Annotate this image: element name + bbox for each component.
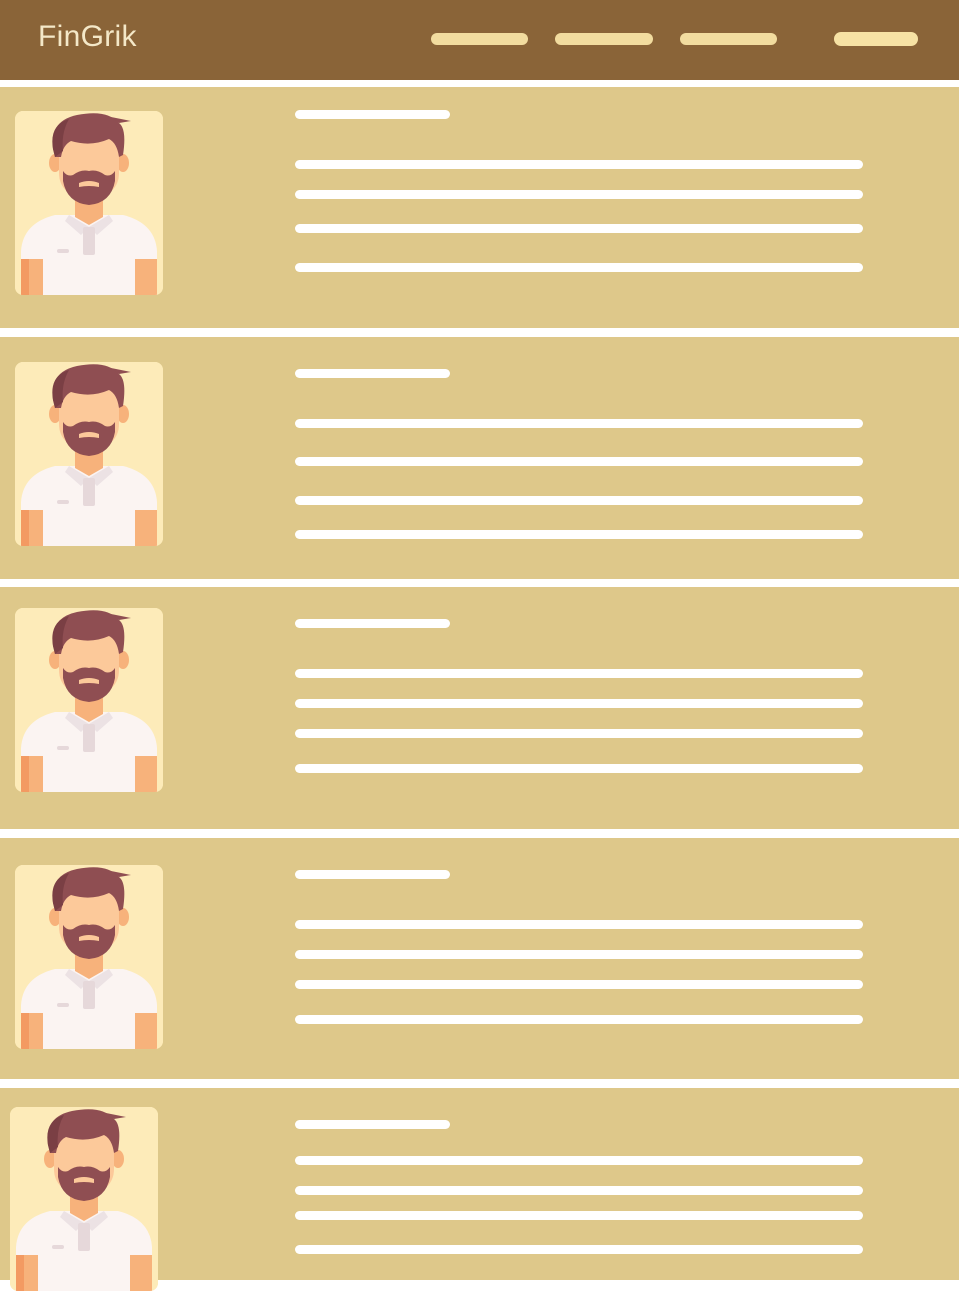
profile-detail-line xyxy=(295,950,863,959)
profile-detail-line xyxy=(295,224,863,233)
profile-name xyxy=(295,870,450,879)
bearded-man-avatar-icon xyxy=(10,1107,158,1291)
bearded-man-avatar-icon xyxy=(15,608,163,792)
profile-detail-line xyxy=(295,190,863,199)
profile-detail-line xyxy=(295,263,863,272)
profile-card[interactable] xyxy=(0,337,959,579)
bearded-man-avatar-icon xyxy=(15,111,163,295)
nav-item-3[interactable] xyxy=(680,33,777,45)
avatar[interactable] xyxy=(15,111,163,295)
profile-detail-line xyxy=(295,160,863,169)
nav-item-1[interactable] xyxy=(431,33,528,45)
profile-detail-line xyxy=(295,530,863,539)
profile-detail-line xyxy=(295,764,863,773)
profile-detail-line xyxy=(295,1015,863,1024)
profile-detail-line xyxy=(295,980,863,989)
profile-detail-line xyxy=(295,1245,863,1254)
avatar[interactable] xyxy=(15,608,163,792)
profile-name xyxy=(295,1120,450,1129)
avatar[interactable] xyxy=(15,362,163,546)
profile-card[interactable] xyxy=(0,1088,959,1291)
profile-detail-line xyxy=(295,1211,863,1220)
profile-detail-line xyxy=(295,729,863,738)
nav-action-button[interactable] xyxy=(834,32,918,46)
profile-detail-line xyxy=(295,496,863,505)
brand-logo-text[interactable]: FinGrik xyxy=(38,20,137,54)
avatar[interactable] xyxy=(15,865,163,1049)
profile-name xyxy=(295,619,450,628)
profile-detail-line xyxy=(295,1186,863,1195)
profile-card[interactable] xyxy=(0,587,959,829)
profile-detail-line xyxy=(295,1156,863,1165)
profile-detail-line xyxy=(295,920,863,929)
profile-name xyxy=(295,369,450,378)
bearded-man-avatar-icon xyxy=(15,865,163,1049)
profile-detail-line xyxy=(295,669,863,678)
profile-detail-line xyxy=(295,457,863,466)
bearded-man-avatar-icon xyxy=(15,362,163,546)
nav-item-2[interactable] xyxy=(555,33,653,45)
profile-card[interactable] xyxy=(0,87,959,328)
profile-card[interactable] xyxy=(0,838,959,1079)
top-navigation-bar: FinGrik xyxy=(0,0,959,80)
profile-name xyxy=(295,110,450,119)
profile-detail-line xyxy=(295,699,863,708)
profile-detail-line xyxy=(295,419,863,428)
avatar[interactable] xyxy=(10,1107,158,1291)
